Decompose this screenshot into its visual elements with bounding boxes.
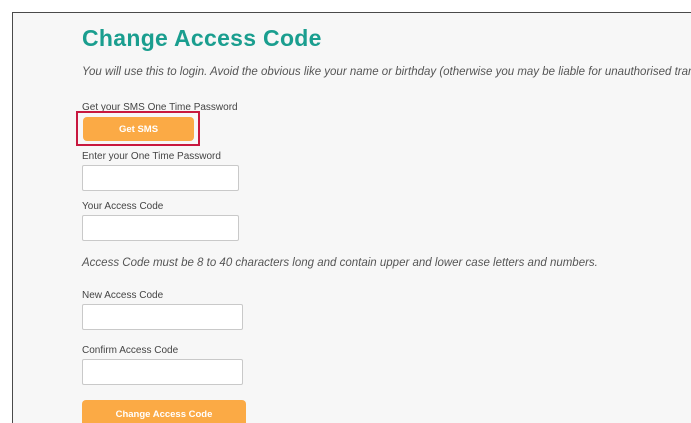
new-access-code-label: New Access Code bbox=[82, 290, 164, 301]
confirm-access-code-input[interactable] bbox=[82, 359, 243, 385]
current-access-code-input[interactable] bbox=[82, 215, 239, 241]
page-title: Change Access Code bbox=[82, 25, 322, 51]
intro-text: You will use this to login. Avoid the ob… bbox=[82, 66, 691, 78]
confirm-access-code-label: Confirm Access Code bbox=[82, 345, 179, 356]
change-access-code-button[interactable]: Change Access Code bbox=[82, 400, 246, 423]
otp-input[interactable] bbox=[82, 165, 239, 191]
page-frame: Change Access Code You will use this to … bbox=[12, 12, 691, 423]
new-access-code-input[interactable] bbox=[82, 304, 243, 330]
get-sms-button[interactable]: Get SMS bbox=[83, 117, 194, 141]
current-access-code-label: Your Access Code bbox=[82, 201, 164, 212]
access-code-rule-text: Access Code must be 8 to 40 characters l… bbox=[82, 257, 598, 269]
otp-field-label: Enter your One Time Password bbox=[82, 151, 221, 162]
